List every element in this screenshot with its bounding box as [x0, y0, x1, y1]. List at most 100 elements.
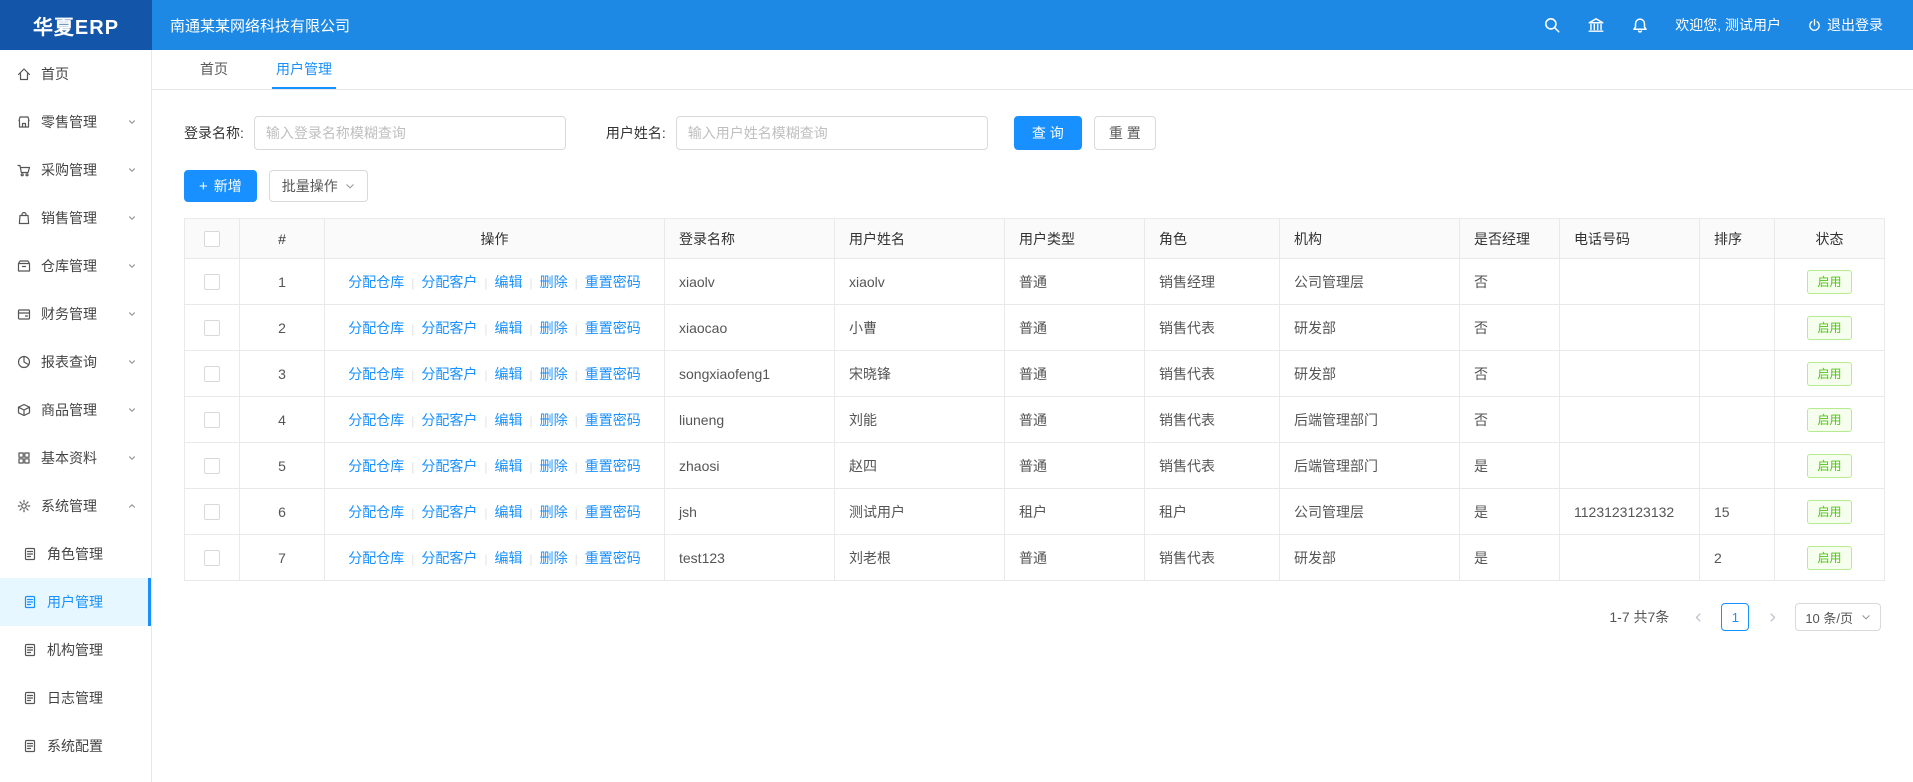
reset-password-link[interactable]: 重置密码: [585, 320, 641, 336]
warehouse-icon: [16, 258, 32, 274]
sidebar-item-user[interactable]: 用户管理: [0, 578, 151, 626]
edit-link[interactable]: 编辑: [495, 550, 523, 566]
tab-user-management[interactable]: 用户管理: [272, 50, 336, 89]
sidebar-item-label: 机构管理: [47, 640, 103, 660]
cell-sort: [1700, 259, 1775, 305]
assign-customer-link[interactable]: 分配客户: [421, 504, 477, 520]
select-all-checkbox[interactable]: [204, 231, 220, 247]
row-checkbox[interactable]: [204, 550, 220, 566]
row-checkbox[interactable]: [204, 366, 220, 382]
delete-link[interactable]: 删除: [540, 550, 568, 566]
search-icon[interactable]: [1543, 16, 1561, 34]
sidebar-item-warehouse[interactable]: 仓库管理: [0, 242, 151, 290]
divider: |: [575, 322, 578, 336]
edit-link[interactable]: 编辑: [495, 274, 523, 290]
prev-page-button[interactable]: [1685, 603, 1711, 631]
bank-icon[interactable]: [1587, 16, 1605, 34]
edit-link[interactable]: 编辑: [495, 458, 523, 474]
login-name-input[interactable]: [254, 116, 566, 150]
add-button[interactable]: + 新增: [184, 170, 257, 202]
cell-login: xiaocao: [665, 305, 835, 351]
assign-warehouse-link[interactable]: 分配仓库: [348, 504, 404, 520]
divider: |: [484, 506, 487, 520]
bell-icon[interactable]: [1631, 16, 1649, 34]
search-button[interactable]: 查 询: [1014, 116, 1082, 150]
cell-manager: 否: [1460, 305, 1560, 351]
reset-password-link[interactable]: 重置密码: [585, 412, 641, 428]
sidebar-item-finance[interactable]: 财务管理: [0, 290, 151, 338]
reset-password-link[interactable]: 重置密码: [585, 274, 641, 290]
reset-password-link[interactable]: 重置密码: [585, 504, 641, 520]
sidebar-item-log[interactable]: 日志管理: [0, 674, 151, 722]
doc-icon: [22, 642, 38, 658]
delete-link[interactable]: 删除: [540, 458, 568, 474]
cube-icon: [16, 402, 32, 418]
assign-customer-link[interactable]: 分配客户: [421, 412, 477, 428]
sidebar-item-sales[interactable]: 销售管理: [0, 194, 151, 242]
sidebar-item-label: 基本资料: [41, 448, 97, 468]
divider: |: [484, 322, 487, 336]
page-number-button[interactable]: 1: [1721, 603, 1749, 631]
tab-home[interactable]: 首页: [196, 50, 232, 89]
divider: |: [575, 368, 578, 382]
assign-warehouse-link[interactable]: 分配仓库: [348, 274, 404, 290]
delete-link[interactable]: 删除: [540, 320, 568, 336]
sidebar-item-config[interactable]: 系统配置: [0, 722, 151, 770]
next-page-button[interactable]: [1759, 603, 1785, 631]
assign-customer-link[interactable]: 分配客户: [421, 458, 477, 474]
assign-customer-link[interactable]: 分配客户: [421, 366, 477, 382]
sidebar-item-label: 销售管理: [41, 208, 97, 228]
divider: |: [530, 506, 533, 520]
sidebar-item-org[interactable]: 机构管理: [0, 626, 151, 674]
row-checkbox[interactable]: [204, 412, 220, 428]
edit-link[interactable]: 编辑: [495, 320, 523, 336]
sidebar-item-role[interactable]: 角色管理: [0, 530, 151, 578]
logout-button[interactable]: 退出登录: [1807, 15, 1883, 35]
delete-link[interactable]: 删除: [540, 366, 568, 382]
delete-link[interactable]: 删除: [540, 412, 568, 428]
sidebar-item-system[interactable]: 系统管理: [0, 482, 151, 530]
divider: |: [575, 506, 578, 520]
sidebar-item-goods[interactable]: 商品管理: [0, 386, 151, 434]
app-logo[interactable]: 华夏ERP: [0, 0, 152, 50]
assign-customer-link[interactable]: 分配客户: [421, 550, 477, 566]
edit-link[interactable]: 编辑: [495, 366, 523, 382]
assign-warehouse-link[interactable]: 分配仓库: [348, 458, 404, 474]
reset-password-link[interactable]: 重置密码: [585, 550, 641, 566]
row-checkbox[interactable]: [204, 320, 220, 336]
assign-warehouse-link[interactable]: 分配仓库: [348, 550, 404, 566]
assign-warehouse-link[interactable]: 分配仓库: [348, 412, 404, 428]
reset-password-link[interactable]: 重置密码: [585, 366, 641, 382]
batch-operation-button[interactable]: 批量操作: [269, 170, 368, 202]
reset-button[interactable]: 重 置: [1094, 116, 1156, 150]
reset-password-link[interactable]: 重置密码: [585, 458, 641, 474]
edit-link[interactable]: 编辑: [495, 504, 523, 520]
doc-icon: [22, 594, 38, 610]
sidebar-item-reports[interactable]: 报表查询: [0, 338, 151, 386]
assign-warehouse-link[interactable]: 分配仓库: [348, 320, 404, 336]
row-select-cell: [185, 443, 240, 489]
user-name-input[interactable]: [676, 116, 988, 150]
row-checkbox[interactable]: [204, 504, 220, 520]
edit-link[interactable]: 编辑: [495, 412, 523, 428]
sidebar-item-purchase[interactable]: 采购管理: [0, 146, 151, 194]
sidebar-item-label: 角色管理: [47, 544, 103, 564]
assign-customer-link[interactable]: 分配客户: [421, 274, 477, 290]
body-wrap: 首页 零售管理 采购管理 销售管理 仓库管理: [0, 50, 1913, 782]
divider: |: [484, 276, 487, 290]
row-checkbox[interactable]: [204, 274, 220, 290]
page-size-select[interactable]: 10 条/页: [1795, 603, 1881, 631]
welcome-text[interactable]: 欢迎您, 测试用户: [1675, 15, 1781, 35]
delete-link[interactable]: 删除: [540, 274, 568, 290]
assign-warehouse-link[interactable]: 分配仓库: [348, 366, 404, 382]
delete-link[interactable]: 删除: [540, 504, 568, 520]
col-status: 状态: [1775, 219, 1885, 259]
sidebar-item-basic-data[interactable]: 基本资料: [0, 434, 151, 482]
cell-name: 刘能: [835, 397, 1005, 443]
assign-customer-link[interactable]: 分配客户: [421, 320, 477, 336]
col-org: 机构: [1280, 219, 1460, 259]
chevron-down-icon: [127, 165, 137, 175]
row-checkbox[interactable]: [204, 458, 220, 474]
sidebar-item-retail[interactable]: 零售管理: [0, 98, 151, 146]
sidebar-item-home[interactable]: 首页: [0, 50, 151, 98]
